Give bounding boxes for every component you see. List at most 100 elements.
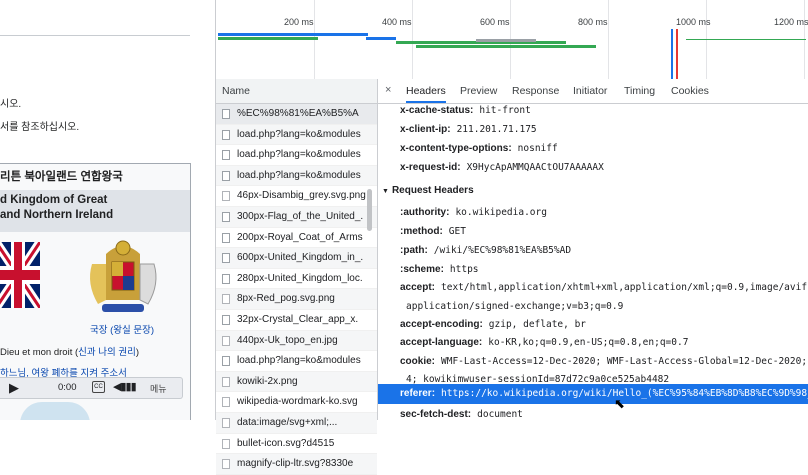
request-headers-title: Request Headers [391,185,474,196]
header-row[interactable]: accept-encoding: gzip, deflate, br [400,319,586,330]
infobox-english-title: d Kingdom of Great and Northern Ireland [0,190,190,232]
file-icon [222,376,230,387]
header-value: ko-KR,ko;q=0.9,en-US;q=0.8,en;q=0.7 [488,337,689,348]
request-name: 8px-Red_pog.svg.png [237,293,335,305]
header-key: sec-fetch-dest: [400,409,472,420]
timeline-bar [671,29,673,79]
tab-initiator[interactable]: Initiator [573,79,607,103]
close-icon[interactable]: × [385,84,391,96]
header-row[interactable]: accept-language: ko-KR,ko;q=0.9,en-US;q=0… [400,337,688,348]
request-row[interactable]: wikipedia-wordmark-ko.svg [216,392,377,413]
request-row[interactable]: 440px-Uk_topo_en.jpg [216,330,377,352]
tab-response[interactable]: Response [512,79,559,103]
network-overview-timeline[interactable]: 200 ms 400 ms 600 ms 800 ms 1000 ms 1200 ms [216,0,808,80]
request-row[interactable]: data:image/svg+xml;... [216,412,377,434]
request-row[interactable]: %EC%98%81%EA%B5%A [216,104,377,125]
timeline-bar [416,45,596,48]
header-row[interactable]: :scheme: https [400,264,479,275]
motto-link[interactable]: 신과 나의 권리 [78,347,136,358]
header-row[interactable]: application/signed-exchange;v=b3;q=0.9 [400,301,623,312]
player-menu-button[interactable]: 메뉴 [150,382,167,395]
player-time: 0:00 [58,382,77,393]
header-row[interactable]: referer: https://ko.wikipedia.org/wiki/He… [400,388,808,399]
timeline-tick-label: 400 ms [382,17,412,27]
union-flag-image[interactable] [0,242,40,308]
timeline-bar [676,29,678,79]
selected-header-row[interactable]: referer: https://ko.wikipedia.org/wiki/He… [378,384,808,404]
request-row[interactable]: load.php?lang=ko&modules [216,145,377,166]
header-key: x-cache-status: [400,105,474,116]
captions-icon[interactable]: CC [92,381,105,393]
header-key: :authority: [400,207,450,218]
request-row[interactable]: 280px-United_Kingdom_loc. [216,269,377,290]
request-row[interactable]: load.php?lang=ko&modules [216,351,377,372]
header-key: x-content-type-options: [400,143,512,154]
volume-icon[interactable]: ◀▮▮▮ [113,380,137,393]
request-row[interactable]: bullet-icon.svg?d4515 [216,434,377,455]
header-key: :method: [400,226,443,237]
name-column-header[interactable]: Name [216,79,377,104]
request-row[interactable]: 300px-Flag_of_the_United_. [216,206,377,228]
request-list-scrollbar[interactable] [367,189,372,231]
file-icon [222,191,230,202]
header-value: text/html,application/xhtml+xml,applicat… [441,282,808,293]
header-key: referer: [400,388,436,399]
file-icon [222,273,230,284]
tab-preview[interactable]: Preview [460,79,497,103]
page-text-line: 서를 참조하십시오. [0,122,80,133]
request-name: load.php?lang=ko&modules [237,149,361,161]
country-infobox: 리튼 북아일랜드 연합왕국 d Kingdom of Great and Nor… [0,163,191,420]
request-row[interactable]: kowiki-2x.png [216,371,377,393]
request-row[interactable]: load.php?lang=ko&modules [216,124,377,146]
header-row[interactable]: :method: GET [400,226,466,237]
file-icon [222,109,230,119]
request-row[interactable]: 8px-Red_pog.svg.png [216,289,377,310]
header-value: X9HycApAMMQAACtOU7AAAAAX [466,162,604,173]
request-row[interactable]: magnify-clip-ltr.svg?8330e [216,454,377,475]
timeline-tick-label: 600 ms [480,17,510,27]
header-row[interactable]: :path: /wiki/%EC%98%81%EA%B5%AD [400,245,571,256]
header-row[interactable]: x-request-id: X9HycApAMMQAACtOU7AAAAAX [400,162,604,173]
header-value: /wiki/%EC%98%81%EA%B5%AD [433,245,572,256]
header-row[interactable]: sec-fetch-dest: document [400,409,523,420]
request-name: 280px-United_Kingdom_loc. [237,272,363,284]
coat-of-arms-caption[interactable]: 국장 (왕실 문장) [90,322,154,336]
request-row[interactable]: 200px-Royal_Coat_of_Arms [216,228,377,249]
request-list: Name %EC%98%81%EA%B5%A load.php?lang=ko&m… [216,79,378,475]
file-icon [222,459,230,470]
royal-coat-of-arms-image[interactable] [84,234,162,318]
request-row[interactable]: 46px-Disambig_grey.svg.png [216,186,377,207]
header-row[interactable]: x-cache-status: hit-front [400,105,531,116]
request-name: 600px-United_Kingdom_in_. [237,252,364,264]
header-key: x-client-ip: [400,124,451,135]
file-icon [222,129,230,140]
file-icon [222,150,230,161]
devtools-network-panel: 200 ms 400 ms 600 ms 800 ms 1000 ms 1200 ms N… [215,0,808,475]
header-row[interactable]: x-client-ip: 211.201.71.175 [400,124,537,135]
timeline-bar [218,37,318,40]
header-row[interactable]: :authority: ko.wikipedia.org [400,207,547,218]
header-key: cookie: [400,356,436,367]
header-row[interactable]: cookie: WMF-Last-Access=12-Dec-2020; WMF-… [400,356,808,367]
header-row[interactable]: x-content-type-options: nosniff [400,143,558,154]
request-headers-section[interactable]: ▼ Request Headers [382,185,474,196]
play-icon[interactable]: ▶ [9,380,19,396]
request-row[interactable]: load.php?lang=ko&modules [216,165,377,187]
page-text-line: 시오. [0,99,22,110]
timeline-tick-label: 200 ms [284,17,314,27]
header-key: x-request-id: [400,162,461,173]
map-image[interactable] [20,402,90,420]
file-icon [222,417,230,428]
timeline-gridline [412,0,413,79]
request-name: magnify-clip-ltr.svg?8330e [237,458,354,470]
header-row[interactable]: accept: text/html,application/xhtml+xml,a… [400,282,808,293]
tab-headers[interactable]: Headers [406,79,446,103]
motto-line: Dieu et mon droit (신과 나의 권리) [0,344,139,358]
request-row[interactable]: 32px-Crystal_Clear_app_x. [216,310,377,331]
timeline-bar [366,37,396,40]
header-value: hit-front [479,105,531,116]
tab-cookies[interactable]: Cookies [671,79,709,103]
timeline-tick-label: 1200 ms [774,17,808,27]
tab-timing[interactable]: Timing [624,79,655,103]
request-row[interactable]: 600px-United_Kingdom_in_. [216,248,377,269]
